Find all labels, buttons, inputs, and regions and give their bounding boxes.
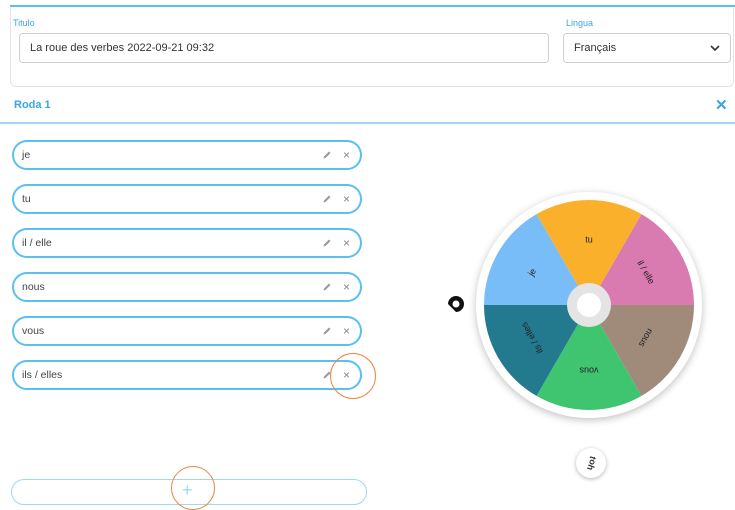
highlight-circle-delete [330, 353, 376, 399]
entry-row[interactable]: il / elle × [12, 228, 362, 258]
section-divider [0, 122, 735, 124]
wheel-hub-center [577, 293, 601, 317]
entry-row[interactable]: ils / elles × [12, 360, 362, 390]
wheel-section-title: Roda 1 [14, 99, 51, 111]
entry-label: il / elle [22, 237, 52, 249]
spin-button-label: ɥoʇ [583, 454, 599, 472]
wheel-pointer-icon [448, 296, 464, 312]
delete-entry-button[interactable]: × [343, 235, 350, 251]
chevron-down-icon [710, 45, 720, 52]
delete-entry-button[interactable]: × [343, 279, 350, 295]
language-label: Lingua [566, 18, 594, 28]
pencil-icon[interactable] [322, 150, 332, 160]
entry-row[interactable]: je × [12, 140, 362, 170]
delete-entry-button[interactable]: × [343, 147, 350, 163]
settings-card: Titulo La roue des verbes 2022-09-21 09:… [10, 8, 734, 87]
entry-label: tu [22, 193, 31, 205]
highlight-circle-add [171, 466, 215, 510]
close-section-button[interactable]: ✕ [715, 96, 728, 114]
pencil-icon[interactable] [322, 282, 332, 292]
entry-label: ils / elles [22, 369, 63, 381]
wheel-segment-label: vous [579, 366, 599, 376]
pencil-icon[interactable] [322, 238, 332, 248]
entry-label: vous [22, 325, 45, 337]
delete-entry-button[interactable]: × [343, 323, 350, 339]
top-accent-line [10, 5, 735, 7]
entry-row[interactable]: nous × [12, 272, 362, 302]
entry-label: je [22, 149, 31, 161]
language-select-value: Français [574, 42, 617, 54]
spin-wheel[interactable]: tu il / elle nous vous ils / elles je [476, 192, 702, 418]
entry-row[interactable]: tu × [12, 184, 362, 214]
spin-button[interactable]: ɥoʇ [576, 448, 606, 478]
wheel-segment-label: tu [585, 234, 593, 244]
entry-row[interactable]: vous × [12, 316, 362, 346]
pencil-icon[interactable] [322, 326, 332, 336]
title-label: Titulo [13, 18, 35, 28]
wheel-graphic: tuil / ellenousvousils / ellesje [484, 200, 694, 410]
delete-entry-button[interactable]: × [343, 191, 350, 207]
language-select[interactable]: Français [563, 33, 731, 63]
title-input-value: La roue des verbes 2022-09-21 09:32 [30, 42, 215, 54]
title-input[interactable]: La roue des verbes 2022-09-21 09:32 [19, 33, 549, 63]
entry-label: nous [22, 281, 45, 293]
pencil-icon[interactable] [322, 194, 332, 204]
